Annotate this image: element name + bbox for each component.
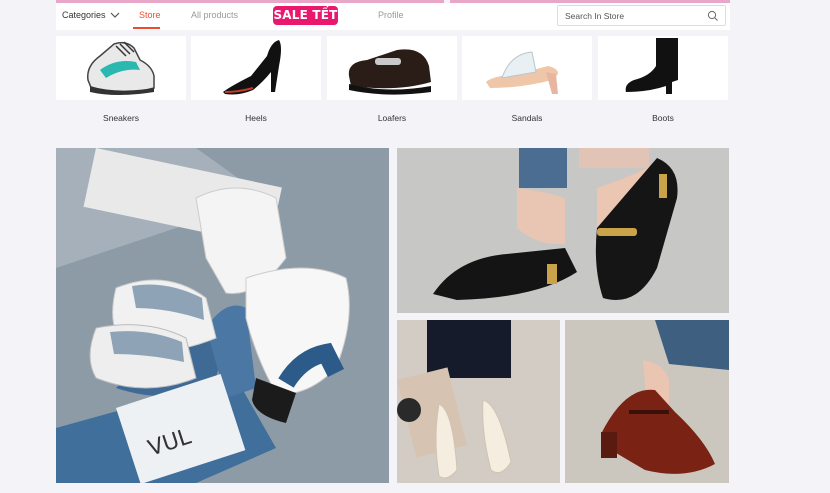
search-input[interactable] [565, 10, 695, 21]
banner-white-sneakers[interactable]: VUL [56, 148, 389, 483]
chevron-down-icon [110, 12, 119, 18]
active-tab-indicator [133, 27, 160, 29]
sale-tet-tab[interactable]: SALE TẾT [273, 6, 338, 25]
category-label: Heels [245, 113, 267, 123]
tab-store[interactable]: Store [139, 10, 161, 20]
category-sneakers[interactable]: Sneakers [56, 36, 186, 126]
banner-cream-flats[interactable] [397, 320, 560, 483]
boot-image [598, 36, 728, 100]
tab-all-products[interactable]: All products [191, 10, 238, 20]
banner-maryjane-heels[interactable] [565, 320, 729, 483]
sandal-image [462, 36, 592, 100]
category-heels[interactable]: Heels [191, 36, 321, 126]
category-strip: Sneakers Heels Loafers Sandals Boots [56, 36, 730, 126]
categories-dropdown[interactable]: Categories [62, 10, 120, 20]
category-label: Sandals [511, 113, 543, 123]
category-label: Loafers [377, 113, 407, 123]
sneaker-image [56, 36, 186, 100]
loafer-image [327, 36, 457, 100]
category-label: Sneakers [103, 113, 139, 123]
category-boots[interactable]: Boots [598, 36, 728, 126]
tab-profile[interactable]: Profile [378, 10, 404, 20]
category-label: Boots [652, 113, 674, 123]
store-search-box [557, 5, 726, 26]
shop-nav-bar: Categories Store All products SALE TẾT P… [56, 3, 730, 30]
banner-black-mules[interactable] [397, 148, 729, 313]
category-sandals[interactable]: Sandals [462, 36, 592, 126]
heel-image [191, 36, 321, 100]
category-loafers[interactable]: Loafers [327, 36, 457, 126]
search-icon[interactable] [707, 10, 719, 22]
categories-label: Categories [62, 10, 106, 20]
